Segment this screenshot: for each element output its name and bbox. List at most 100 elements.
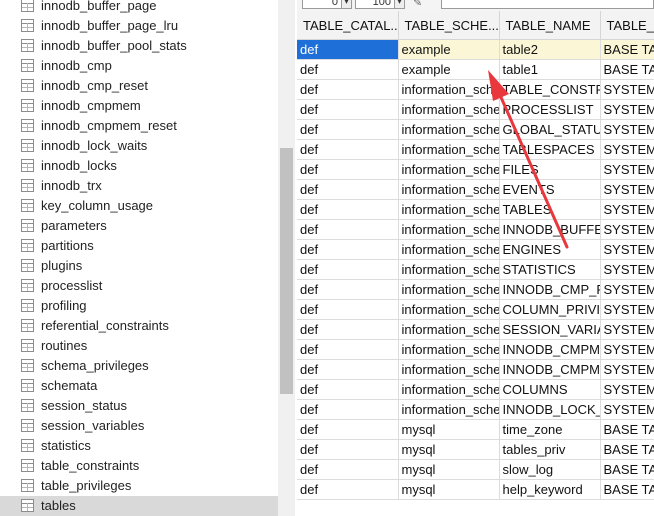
table-cell[interactable]: def <box>297 319 399 340</box>
table-cell[interactable]: def <box>297 219 399 240</box>
table-cell[interactable]: BASE TABLE <box>600 439 654 460</box>
table-cell[interactable]: BASE TABLE <box>600 419 654 440</box>
table-cell[interactable]: def <box>297 199 399 220</box>
tree-scrollbar-thumb[interactable] <box>280 148 293 394</box>
table-cell[interactable]: SESSION_VARIABLES <box>499 319 601 340</box>
table-cell[interactable]: EVENTS <box>499 179 601 200</box>
table-row[interactable]: definformation_schemaFILESSYSTEM VIEW <box>297 159 654 180</box>
table-cell[interactable]: slow_log <box>499 459 601 480</box>
tree-item[interactable]: session_variables <box>0 416 278 436</box>
table-cell[interactable]: SYSTEM VIEW <box>600 239 654 260</box>
table-cell[interactable]: TABLE_CONSTRAINTS <box>499 79 601 100</box>
tree-item[interactable]: table_constraints <box>0 456 278 476</box>
table-cell[interactable]: SYSTEM VIEW <box>600 399 654 420</box>
table-cell[interactable]: information_schema <box>398 139 500 160</box>
table-cell[interactable]: SYSTEM VIEW <box>600 159 654 180</box>
table-cell[interactable]: STATISTICS <box>499 259 601 280</box>
tree-item[interactable]: partitions <box>0 236 278 256</box>
tree-item[interactable]: session_status <box>0 396 278 416</box>
tree-item[interactable]: tables <box>0 496 278 516</box>
table-cell[interactable]: SYSTEM VIEW <box>600 359 654 380</box>
table-row[interactable]: defexampletable2BASE TABLE <box>297 39 654 60</box>
table-cell[interactable]: SYSTEM VIEW <box>600 319 654 340</box>
table-row[interactable]: definformation_schemaSTATISTICSSYSTEM VI… <box>297 259 654 280</box>
table-cell[interactable]: BASE TABLE <box>600 459 654 480</box>
table-cell[interactable]: def <box>297 119 399 140</box>
table-row[interactable]: definformation_schemaINNODB_BUFFER_PAGES… <box>297 219 654 240</box>
table-row[interactable]: defmysqlslow_logBASE TABLE <box>297 459 654 480</box>
column-header[interactable]: TABLE_SCHE... <box>398 11 500 40</box>
table-cell[interactable]: information_schema <box>398 159 500 180</box>
table-row[interactable]: definformation_schemaTABLE_CONSTRAINTSSY… <box>297 79 654 100</box>
table-cell[interactable]: def <box>297 459 399 480</box>
tree-item[interactable]: routines <box>0 336 278 356</box>
table-row[interactable]: definformation_schemaGLOBAL_STATUSSYSTEM… <box>297 119 654 140</box>
table-cell[interactable]: def <box>297 479 399 500</box>
table-cell[interactable]: information_schema <box>398 239 500 260</box>
table-cell[interactable]: BASE TABLE <box>600 479 654 500</box>
table-cell[interactable]: def <box>297 39 399 60</box>
table-cell[interactable]: SYSTEM VIEW <box>600 279 654 300</box>
table-cell[interactable]: INNODB_CMPMEM <box>499 339 601 360</box>
table-cell[interactable]: def <box>297 379 399 400</box>
table-cell[interactable]: def <box>297 239 399 260</box>
table-cell[interactable]: COLUMN_PRIVILEGES <box>499 299 601 320</box>
table-cell[interactable]: SYSTEM VIEW <box>600 219 654 240</box>
table-row[interactable]: defmysqltime_zoneBASE TABLE <box>297 419 654 440</box>
table-row[interactable]: definformation_schemaINNODB_LOCK_WAITSSY… <box>297 399 654 420</box>
tree-item[interactable]: schemata <box>0 376 278 396</box>
table-cell[interactable]: mysql <box>398 459 500 480</box>
table-cell[interactable]: BASE TABLE <box>600 39 654 60</box>
table-cell[interactable]: TABLES <box>499 199 601 220</box>
table-row[interactable]: defmysqlhelp_keywordBASE TABLE <box>297 479 654 500</box>
table-row[interactable]: definformation_schemaINNODB_CMPMEM_RESET… <box>297 359 654 380</box>
column-header[interactable]: TABLE_NAME <box>499 11 601 40</box>
table-row[interactable]: definformation_schemaINNODB_CMP_RESETSYS… <box>297 279 654 300</box>
table-cell[interactable]: SYSTEM VIEW <box>600 379 654 400</box>
table-cell[interactable]: INNODB_BUFFER_PAGE <box>499 219 601 240</box>
table-cell[interactable]: def <box>297 279 399 300</box>
table-cell[interactable]: example <box>398 39 500 60</box>
table-cell[interactable]: information_schema <box>398 179 500 200</box>
tree-item[interactable]: innodb_lock_waits <box>0 136 278 156</box>
table-cell[interactable]: def <box>297 79 399 100</box>
table-row[interactable]: definformation_schemaCOLUMN_PRIVILEGESSY… <box>297 299 654 320</box>
filter-icon[interactable]: ✎ <box>413 0 422 9</box>
offset-dropdown-button[interactable]: ▾ <box>341 0 352 9</box>
table-row[interactable]: definformation_schemaTABLESSYSTEM VIEW <box>297 199 654 220</box>
table-row[interactable]: definformation_schemaTABLESPACESSYSTEM V… <box>297 139 654 160</box>
table-cell[interactable]: information_schema <box>398 379 500 400</box>
table-cell[interactable]: def <box>297 299 399 320</box>
table-row[interactable]: definformation_schemaENGINESSYSTEM VIEW <box>297 239 654 260</box>
tree-item[interactable]: innodb_cmpmem <box>0 96 278 116</box>
table-cell[interactable]: def <box>297 339 399 360</box>
table-cell[interactable]: def <box>297 99 399 120</box>
tree-item[interactable]: plugins <box>0 256 278 276</box>
table-cell[interactable]: ENGINES <box>499 239 601 260</box>
table-cell[interactable]: table2 <box>499 39 601 60</box>
table-cell[interactable]: SYSTEM VIEW <box>600 139 654 160</box>
column-header[interactable]: TABLE_T... <box>600 11 654 40</box>
table-row[interactable]: definformation_schemaSESSION_VARIABLESSY… <box>297 319 654 340</box>
table-cell[interactable]: SYSTEM VIEW <box>600 99 654 120</box>
table-cell[interactable]: information_schema <box>398 319 500 340</box>
table-cell[interactable]: def <box>297 359 399 380</box>
limit-dropdown-button[interactable]: ▾ <box>394 0 405 9</box>
table-cell[interactable]: SYSTEM VIEW <box>600 259 654 280</box>
table-cell[interactable]: def <box>297 179 399 200</box>
table-row[interactable]: definformation_schemaINNODB_CMPMEMSYSTEM… <box>297 339 654 360</box>
tree-item[interactable]: schema_privileges <box>0 356 278 376</box>
table-cell[interactable]: TABLESPACES <box>499 139 601 160</box>
table-cell[interactable]: SYSTEM VIEW <box>600 179 654 200</box>
tree-item[interactable]: statistics <box>0 436 278 456</box>
tree-item[interactable]: innodb_cmp_reset <box>0 76 278 96</box>
table-cell[interactable]: COLUMNS <box>499 379 601 400</box>
tree-item[interactable]: innodb_trx <box>0 176 278 196</box>
table-cell[interactable]: SYSTEM VIEW <box>600 79 654 100</box>
table-cell[interactable]: table1 <box>499 59 601 80</box>
table-cell[interactable]: help_keyword <box>499 479 601 500</box>
table-cell[interactable]: time_zone <box>499 419 601 440</box>
table-cell[interactable]: def <box>297 419 399 440</box>
table-cell[interactable]: def <box>297 439 399 460</box>
table-row[interactable]: defexampletable1BASE TABLE <box>297 59 654 80</box>
